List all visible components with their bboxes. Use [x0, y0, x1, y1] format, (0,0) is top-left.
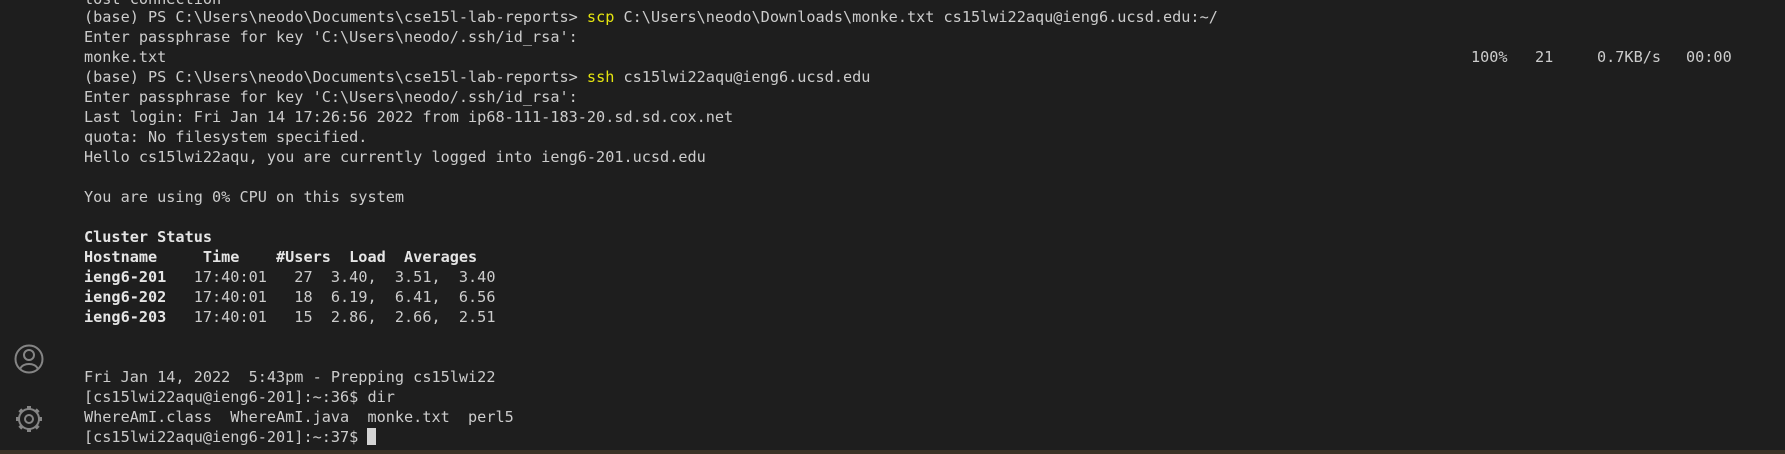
terminal-line-passphrase: Enter passphrase for key 'C:\Users\neodo…	[84, 28, 578, 46]
cluster-row: ieng6-201 17:40:01 27 3.40, 3.51, 3.40	[84, 267, 495, 287]
scp-command: scp	[586, 8, 615, 26]
activity-bar	[0, 0, 58, 450]
terminal-line-dir-command: [cs15lwi22aqu@ieng6-201]:~:36$ dir	[84, 388, 395, 406]
cluster-stats: 17:40:01 18 6.19, 6.41, 6.56	[166, 288, 496, 306]
transfer-percent: 100%	[1471, 48, 1508, 66]
transfer-rate: 0.7KB/s	[1597, 48, 1662, 66]
ps-prompt: (base) PS C:\Users\neodo\Documents\cse15…	[84, 8, 578, 26]
vscode-window: lost connection (base) PS C:\Users\neodo…	[0, 0, 1785, 454]
terminal-cursor	[367, 428, 377, 445]
terminal-line-ssh: (base) PS C:\Users\neodo\Documents\cse15…	[84, 67, 870, 87]
bash-prompt: [cs15lwi22aqu@ieng6-201]:~:37$	[84, 428, 359, 446]
terminal-line-quota: quota: No filesystem specified.	[84, 128, 368, 146]
terminal-line-hello: Hello cs15lwi22aqu, you are currently lo…	[84, 148, 706, 166]
cluster-stats: 17:40:01 15 2.86, 2.66, 2.51	[166, 308, 496, 326]
cluster-status-title: Cluster Status	[84, 228, 213, 246]
terminal-line-cpu: You are using 0% CPU on this system	[84, 188, 405, 206]
scp-arguments: C:\Users\neodo\Downloads\monke.txt cs15l…	[623, 8, 1218, 26]
cluster-status-header: Hostname Time #Users Load Averages	[84, 248, 478, 266]
ps-prompt: (base) PS C:\Users\neodo\Documents\cse15…	[84, 68, 578, 86]
terminal-line-current-prompt[interactable]: [cs15lwi22aqu@ieng6-201]:~:37$	[84, 427, 377, 447]
terminal-line-dir-output: WhereAmI.class WhereAmI.java monke.txt p…	[84, 408, 514, 426]
cluster-stats: 17:40:01 27 3.40, 3.51, 3.40	[166, 268, 496, 286]
terminal-line-scp: (base) PS C:\Users\neodo\Documents\cse15…	[84, 7, 1218, 27]
transfer-eta: 00:00	[1686, 48, 1732, 66]
terminal-line-last-login: Last login: Fri Jan 14 17:26:56 2022 fro…	[84, 108, 734, 126]
terminal-line-prepping: Fri Jan 14, 2022 5:43pm - Prepping cs15l…	[84, 368, 496, 386]
status-bar-edge	[0, 450, 1785, 454]
cluster-hostname: ieng6-201	[84, 268, 167, 286]
settings-gear-icon[interactable]	[11, 401, 47, 437]
ssh-arguments: cs15lwi22aqu@ieng6.ucsd.edu	[623, 68, 871, 86]
terminal-line-passphrase: Enter passphrase for key 'C:\Users\neodo…	[84, 88, 578, 106]
cluster-hostname: ieng6-203	[84, 308, 167, 326]
cluster-row: ieng6-202 17:40:01 18 6.19, 6.41, 6.56	[84, 287, 495, 307]
terminal-line-transfer-file: monke.txt	[84, 48, 167, 66]
terminal-panel[interactable]: lost connection (base) PS C:\Users\neodo…	[84, 0, 1785, 450]
transfer-bytes: 21	[1535, 48, 1554, 66]
account-icon[interactable]	[11, 341, 47, 377]
cluster-row: ieng6-203 17:40:01 15 2.86, 2.66, 2.51	[84, 307, 495, 327]
cluster-hostname: ieng6-202	[84, 288, 167, 306]
ssh-command: ssh	[586, 68, 615, 86]
